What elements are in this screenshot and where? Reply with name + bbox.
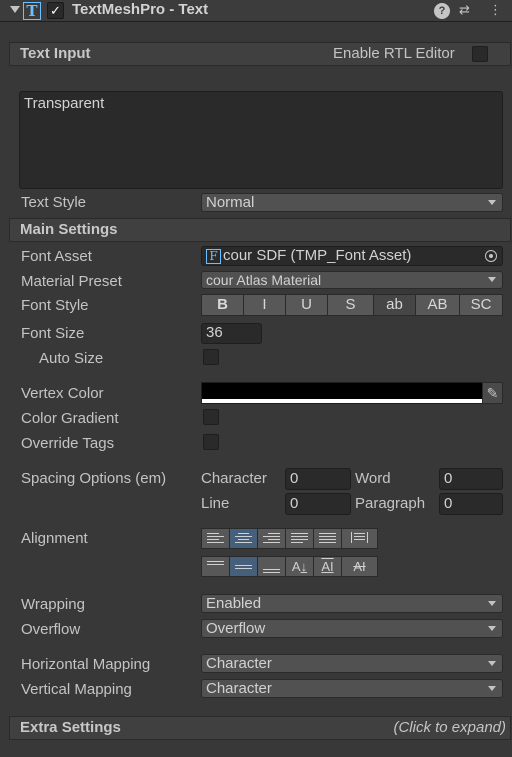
strikethrough-button[interactable]: S bbox=[327, 294, 374, 316]
vertical-mapping-label: Vertical Mapping bbox=[21, 681, 132, 698]
rtl-editor-label: Enable RTL Editor bbox=[333, 45, 455, 62]
paragraph-spacing-label: Paragraph bbox=[355, 495, 426, 512]
align-baseline-icon[interactable]: A↓ bbox=[285, 556, 314, 577]
align-left-icon[interactable] bbox=[201, 528, 230, 549]
chevron-down-icon bbox=[488, 661, 496, 666]
foldout-arrow-icon[interactable] bbox=[10, 6, 20, 13]
color-gradient-checkbox[interactable] bbox=[203, 409, 219, 425]
font-size-field[interactable]: 36 bbox=[201, 323, 262, 344]
font-size-value: 36 bbox=[206, 324, 223, 341]
font-asset-label: Font Asset bbox=[21, 248, 92, 265]
paragraph-spacing-value: 0 bbox=[444, 495, 453, 512]
vertical-mapping-value: Character bbox=[206, 680, 272, 697]
rtl-editor-checkbox[interactable] bbox=[472, 46, 488, 62]
word-spacing-value: 0 bbox=[444, 470, 453, 487]
align-right-icon[interactable] bbox=[257, 528, 286, 549]
character-spacing-field[interactable]: 0 bbox=[285, 468, 351, 490]
text-input-section-header: Text Input Enable RTL Editor bbox=[9, 42, 511, 66]
kebab-menu-icon[interactable]: ⋮ bbox=[489, 2, 502, 18]
character-spacing-value: 0 bbox=[290, 470, 299, 487]
text-style-dropdown[interactable]: Normal bbox=[201, 193, 503, 212]
override-tags-checkbox[interactable] bbox=[203, 434, 219, 450]
vertex-color-label: Vertex Color bbox=[21, 385, 104, 402]
spacing-options-label: Spacing Options (em) bbox=[21, 470, 167, 487]
component-header: T ✓ TextMeshPro - Text ? ⇄ ⋮ bbox=[0, 0, 512, 22]
bold-button[interactable]: B bbox=[201, 294, 244, 316]
main-settings-title: Main Settings bbox=[20, 221, 118, 238]
text-input-value: Transparent bbox=[24, 95, 105, 112]
smallcaps-button[interactable]: SC bbox=[459, 294, 503, 316]
eyedropper-icon[interactable]: ✎ bbox=[482, 382, 503, 404]
text-input-title: Text Input bbox=[20, 45, 91, 62]
text-style-label: Text Style bbox=[21, 194, 87, 211]
alignment-label: Alignment bbox=[21, 530, 88, 547]
text-mesh-pro-icon: T bbox=[23, 2, 41, 20]
font-asset-icon: F bbox=[206, 249, 221, 264]
wrapping-dropdown[interactable]: Enabled bbox=[201, 594, 503, 613]
component-enabled-checkbox[interactable]: ✓ bbox=[47, 2, 64, 19]
italic-button[interactable]: I bbox=[243, 294, 286, 316]
main-settings-section-header: Main Settings bbox=[9, 218, 511, 242]
line-spacing-value: 0 bbox=[290, 495, 299, 512]
uppercase-button[interactable]: AB bbox=[415, 294, 460, 316]
auto-size-checkbox[interactable] bbox=[203, 349, 219, 365]
word-spacing-label: Word bbox=[355, 470, 391, 487]
component-title: TextMeshPro - Text bbox=[72, 1, 209, 18]
text-style-value: Normal bbox=[206, 194, 255, 211]
font-asset-field[interactable]: F cour SDF (TMP_Font Asset) bbox=[201, 246, 503, 266]
paragraph-spacing-field[interactable]: 0 bbox=[439, 493, 503, 515]
chevron-down-icon bbox=[488, 601, 496, 606]
presets-icon[interactable]: ⇄ bbox=[459, 2, 470, 18]
align-flush-icon[interactable] bbox=[313, 528, 342, 549]
extra-settings-hint: (Click to expand) bbox=[393, 719, 506, 736]
font-size-label: Font Size bbox=[21, 325, 85, 342]
extra-settings-title: Extra Settings bbox=[20, 719, 121, 736]
chevron-down-icon bbox=[488, 686, 496, 691]
wrapping-label: Wrapping bbox=[21, 596, 85, 613]
overflow-dropdown[interactable]: Overflow bbox=[201, 619, 503, 638]
align-justified-icon[interactable] bbox=[285, 528, 314, 549]
override-tags-label: Override Tags bbox=[21, 435, 115, 452]
extra-settings-section-header[interactable]: Extra Settings (Click to expand) bbox=[9, 716, 511, 740]
horizontal-mapping-value: Character bbox=[206, 655, 272, 672]
font-style-label: Font Style bbox=[21, 297, 89, 314]
chevron-down-icon bbox=[488, 200, 496, 205]
align-middle-icon[interactable] bbox=[229, 556, 258, 577]
alpha-bar bbox=[202, 399, 482, 403]
horizontal-mapping-dropdown[interactable]: Character bbox=[201, 654, 503, 673]
overflow-label: Overflow bbox=[21, 621, 81, 638]
chevron-down-icon bbox=[488, 277, 496, 282]
lowercase-button[interactable]: ab bbox=[373, 294, 416, 316]
chevron-down-icon bbox=[488, 626, 496, 631]
material-preset-value: cour Atlas Material bbox=[206, 272, 322, 288]
wrapping-value: Enabled bbox=[206, 595, 262, 612]
horizontal-mapping-label: Horizontal Mapping bbox=[21, 656, 151, 673]
word-spacing-field[interactable]: 0 bbox=[439, 468, 503, 490]
auto-size-label: Auto Size bbox=[39, 350, 104, 367]
vertex-color-field[interactable] bbox=[201, 382, 483, 404]
material-preset-label: Material Preset bbox=[21, 273, 122, 290]
line-spacing-field[interactable]: 0 bbox=[285, 493, 351, 515]
underline-button[interactable]: U bbox=[285, 294, 328, 316]
align-midline-icon[interactable]: AI bbox=[313, 556, 342, 577]
font-asset-value: cour SDF (TMP_Font Asset) bbox=[223, 247, 412, 264]
vertical-mapping-dropdown[interactable]: Character bbox=[201, 679, 503, 698]
object-picker-icon[interactable] bbox=[485, 250, 497, 262]
align-top-icon[interactable] bbox=[201, 556, 230, 577]
overflow-value: Overflow bbox=[206, 620, 266, 637]
align-bottom-icon[interactable] bbox=[257, 556, 286, 577]
align-capline-icon[interactable]: AI bbox=[341, 556, 378, 577]
align-center-icon[interactable] bbox=[229, 528, 258, 549]
material-preset-dropdown[interactable]: cour Atlas Material bbox=[201, 271, 503, 289]
help-icon[interactable]: ? bbox=[434, 3, 450, 19]
character-spacing-label: Character bbox=[201, 470, 267, 487]
line-spacing-label: Line bbox=[201, 495, 230, 512]
align-geometry-center-icon[interactable] bbox=[341, 528, 378, 549]
text-input-area[interactable]: Transparent bbox=[19, 91, 503, 189]
color-gradient-label: Color Gradient bbox=[21, 410, 119, 427]
